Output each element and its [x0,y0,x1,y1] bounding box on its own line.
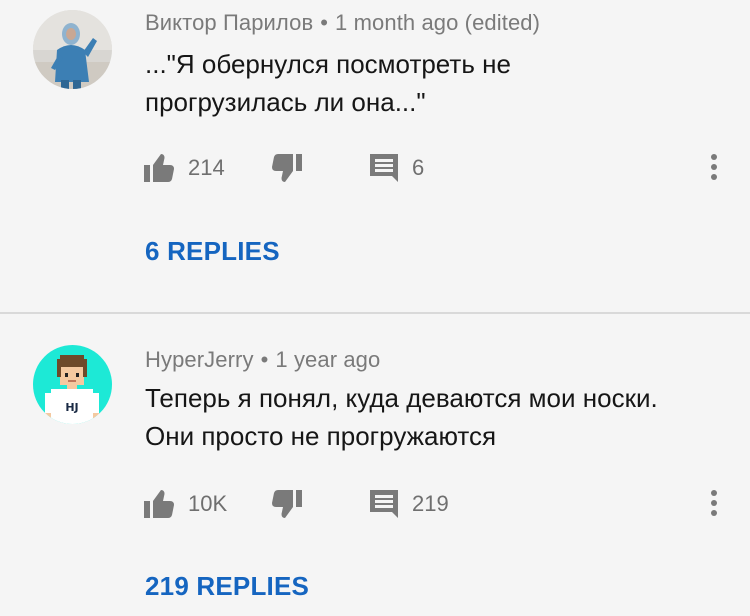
comment-item: Виктор Парилов • 1 month ago (edited) ..."… [0,0,750,312]
more-vertical-icon[interactable] [702,148,726,188]
like-count: 10K [188,491,228,516]
like-button[interactable]: 214 [144,148,225,188]
pixel-art-avatar-image: HJ [33,345,112,424]
comment-time: 1 month ago (edited) [335,10,541,35]
avatar[interactable] [33,10,112,89]
author-name[interactable]: Виктор Парилов [145,10,313,35]
meta-separator: • [320,10,329,35]
dislike-button[interactable] [272,148,302,188]
reply-button[interactable]: 219 [370,484,449,524]
comments-feed: Виктор Парилов • 1 month ago (edited) ..."… [0,0,750,616]
comment-icon [370,490,398,518]
avatar-badge-text: HJ [65,401,78,414]
comment-time: 1 year ago [275,347,381,372]
avatar[interactable]: HJ [33,345,112,424]
comment-meta: Виктор Парилов • 1 month ago (edited) [145,10,540,36]
meta-separator: • [260,347,269,372]
author-name[interactable]: HyperJerry [145,347,254,372]
comment-actions: 214 6 [0,148,750,188]
dislike-button[interactable] [272,484,302,524]
comment-text-line: Теперь я понял, куда деваются мои носки. [145,383,658,413]
comment-text-line: ..."Я обернулся посмотреть не [145,49,511,79]
comment-text: Теперь я понял, куда деваются мои носки.… [145,379,725,455]
comment-item: HJ HyperJerry • 1 year ago Теперь я понял,… [0,313,750,616]
comment-icon [370,154,398,182]
thumbs-down-icon [272,490,302,518]
view-replies-link[interactable]: 6 REPLIES [145,236,280,267]
comment-text-line: прогрузилась ли она..." [145,87,426,117]
comment-meta: HyperJerry • 1 year ago [145,347,380,373]
reply-button[interactable]: 6 [370,148,424,188]
reply-count: 219 [412,491,449,516]
thumbs-down-icon [272,154,302,182]
more-vertical-icon[interactable] [702,484,726,524]
comment-text: ..."Я обернулся посмотреть не прогрузила… [145,45,725,121]
like-button[interactable]: 10K [144,484,227,524]
thumbs-up-icon [144,154,174,182]
comment-actions: 10K 219 [0,484,750,524]
comment-text-line: Они просто не прогружаются [145,421,497,451]
reply-count: 6 [412,155,425,180]
view-replies-link[interactable]: 219 REPLIES [145,571,309,602]
photo-avatar-image [33,10,112,89]
like-count: 214 [188,155,225,180]
thumbs-up-icon [144,490,174,518]
